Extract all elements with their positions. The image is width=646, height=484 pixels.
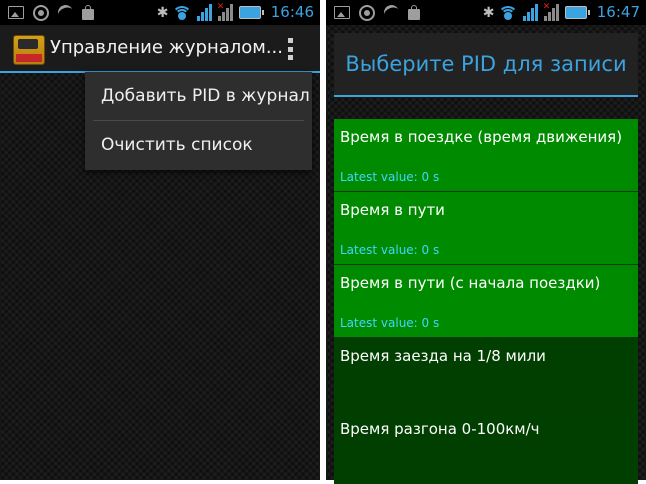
dialog-title: Выберите PID для записи: [334, 33, 638, 95]
menu-item-clear-list[interactable]: Очистить список: [85, 121, 312, 169]
target-icon: [359, 4, 375, 21]
signal-sim1-icon: [522, 4, 538, 21]
wifi-icon: [171, 5, 192, 20]
pid-item[interactable]: Время в поездке (время движения) Latest …: [334, 119, 638, 192]
status-bar: ✱ ✕ 16:46: [0, 0, 320, 25]
pid-name: Время в пути: [340, 201, 445, 219]
pid-latest-value: Latest value: 0 s: [340, 170, 440, 184]
pid-item[interactable]: Время в пути (с начала поездки) Latest v…: [334, 265, 638, 338]
shopping-bag-icon: [408, 4, 420, 20]
battery-icon: [564, 6, 590, 19]
dialog-title-divider: [334, 95, 638, 97]
pid-name: Время в пути (с начала поездки): [340, 274, 601, 292]
pid-item[interactable]: Время в пути Latest value: 0 s: [334, 192, 638, 265]
clock: 16:47: [596, 3, 640, 21]
notification-icons: [334, 2, 420, 23]
status-bar: ✱ ✕ 16:47: [326, 0, 646, 25]
notification-icons: [8, 2, 94, 23]
bluetooth-icon: ✱: [156, 5, 169, 21]
pid-name: Время разгона 0-100км/ч: [340, 420, 540, 438]
pid-name: Время заезда на 1/8 мили: [340, 347, 546, 365]
signal-sim2-icon: ✕: [543, 2, 559, 21]
pid-list: Время в поездке (время движения) Latest …: [334, 119, 638, 484]
pid-latest-value: Latest value: 0 s: [340, 243, 440, 257]
system-icons: ✱ ✕ 16:47: [482, 2, 640, 22]
left-screen: ✱ ✕ 16:46 Управление журналом... Добавит…: [0, 0, 320, 480]
app-logo-icon[interactable]: [13, 35, 45, 65]
pid-name: Время в поездке (время движения): [340, 128, 623, 146]
target-icon: [33, 4, 49, 21]
wifi-icon: [497, 5, 518, 20]
shopping-bag-icon: [82, 4, 94, 20]
overflow-menu: Добавить PID в журнал Очистить список: [85, 72, 312, 170]
clock: 16:46: [270, 3, 314, 21]
signal-sim2-icon: ✕: [217, 2, 233, 21]
battery-icon: [238, 6, 264, 19]
bluetooth-icon: ✱: [482, 5, 495, 21]
system-icons: ✱ ✕ 16:46: [156, 2, 314, 22]
gallery-icon: [8, 6, 24, 19]
swirl-icon: [55, 2, 76, 23]
menu-item-add-pid[interactable]: Добавить PID в журнал: [85, 72, 312, 120]
swirl-icon: [381, 2, 402, 23]
pid-item[interactable]: Время заезда на 1/8 мили: [334, 338, 638, 411]
app-title: Управление журналом...: [50, 37, 283, 58]
overflow-menu-icon[interactable]: [288, 38, 294, 60]
action-bar: Управление журналом...: [0, 25, 320, 73]
gallery-icon: [334, 6, 350, 19]
signal-sim1-icon: [196, 4, 212, 21]
pid-latest-value: Latest value: 0 s: [340, 316, 440, 330]
pid-item[interactable]: Время разгона 0-100км/ч: [334, 411, 638, 484]
